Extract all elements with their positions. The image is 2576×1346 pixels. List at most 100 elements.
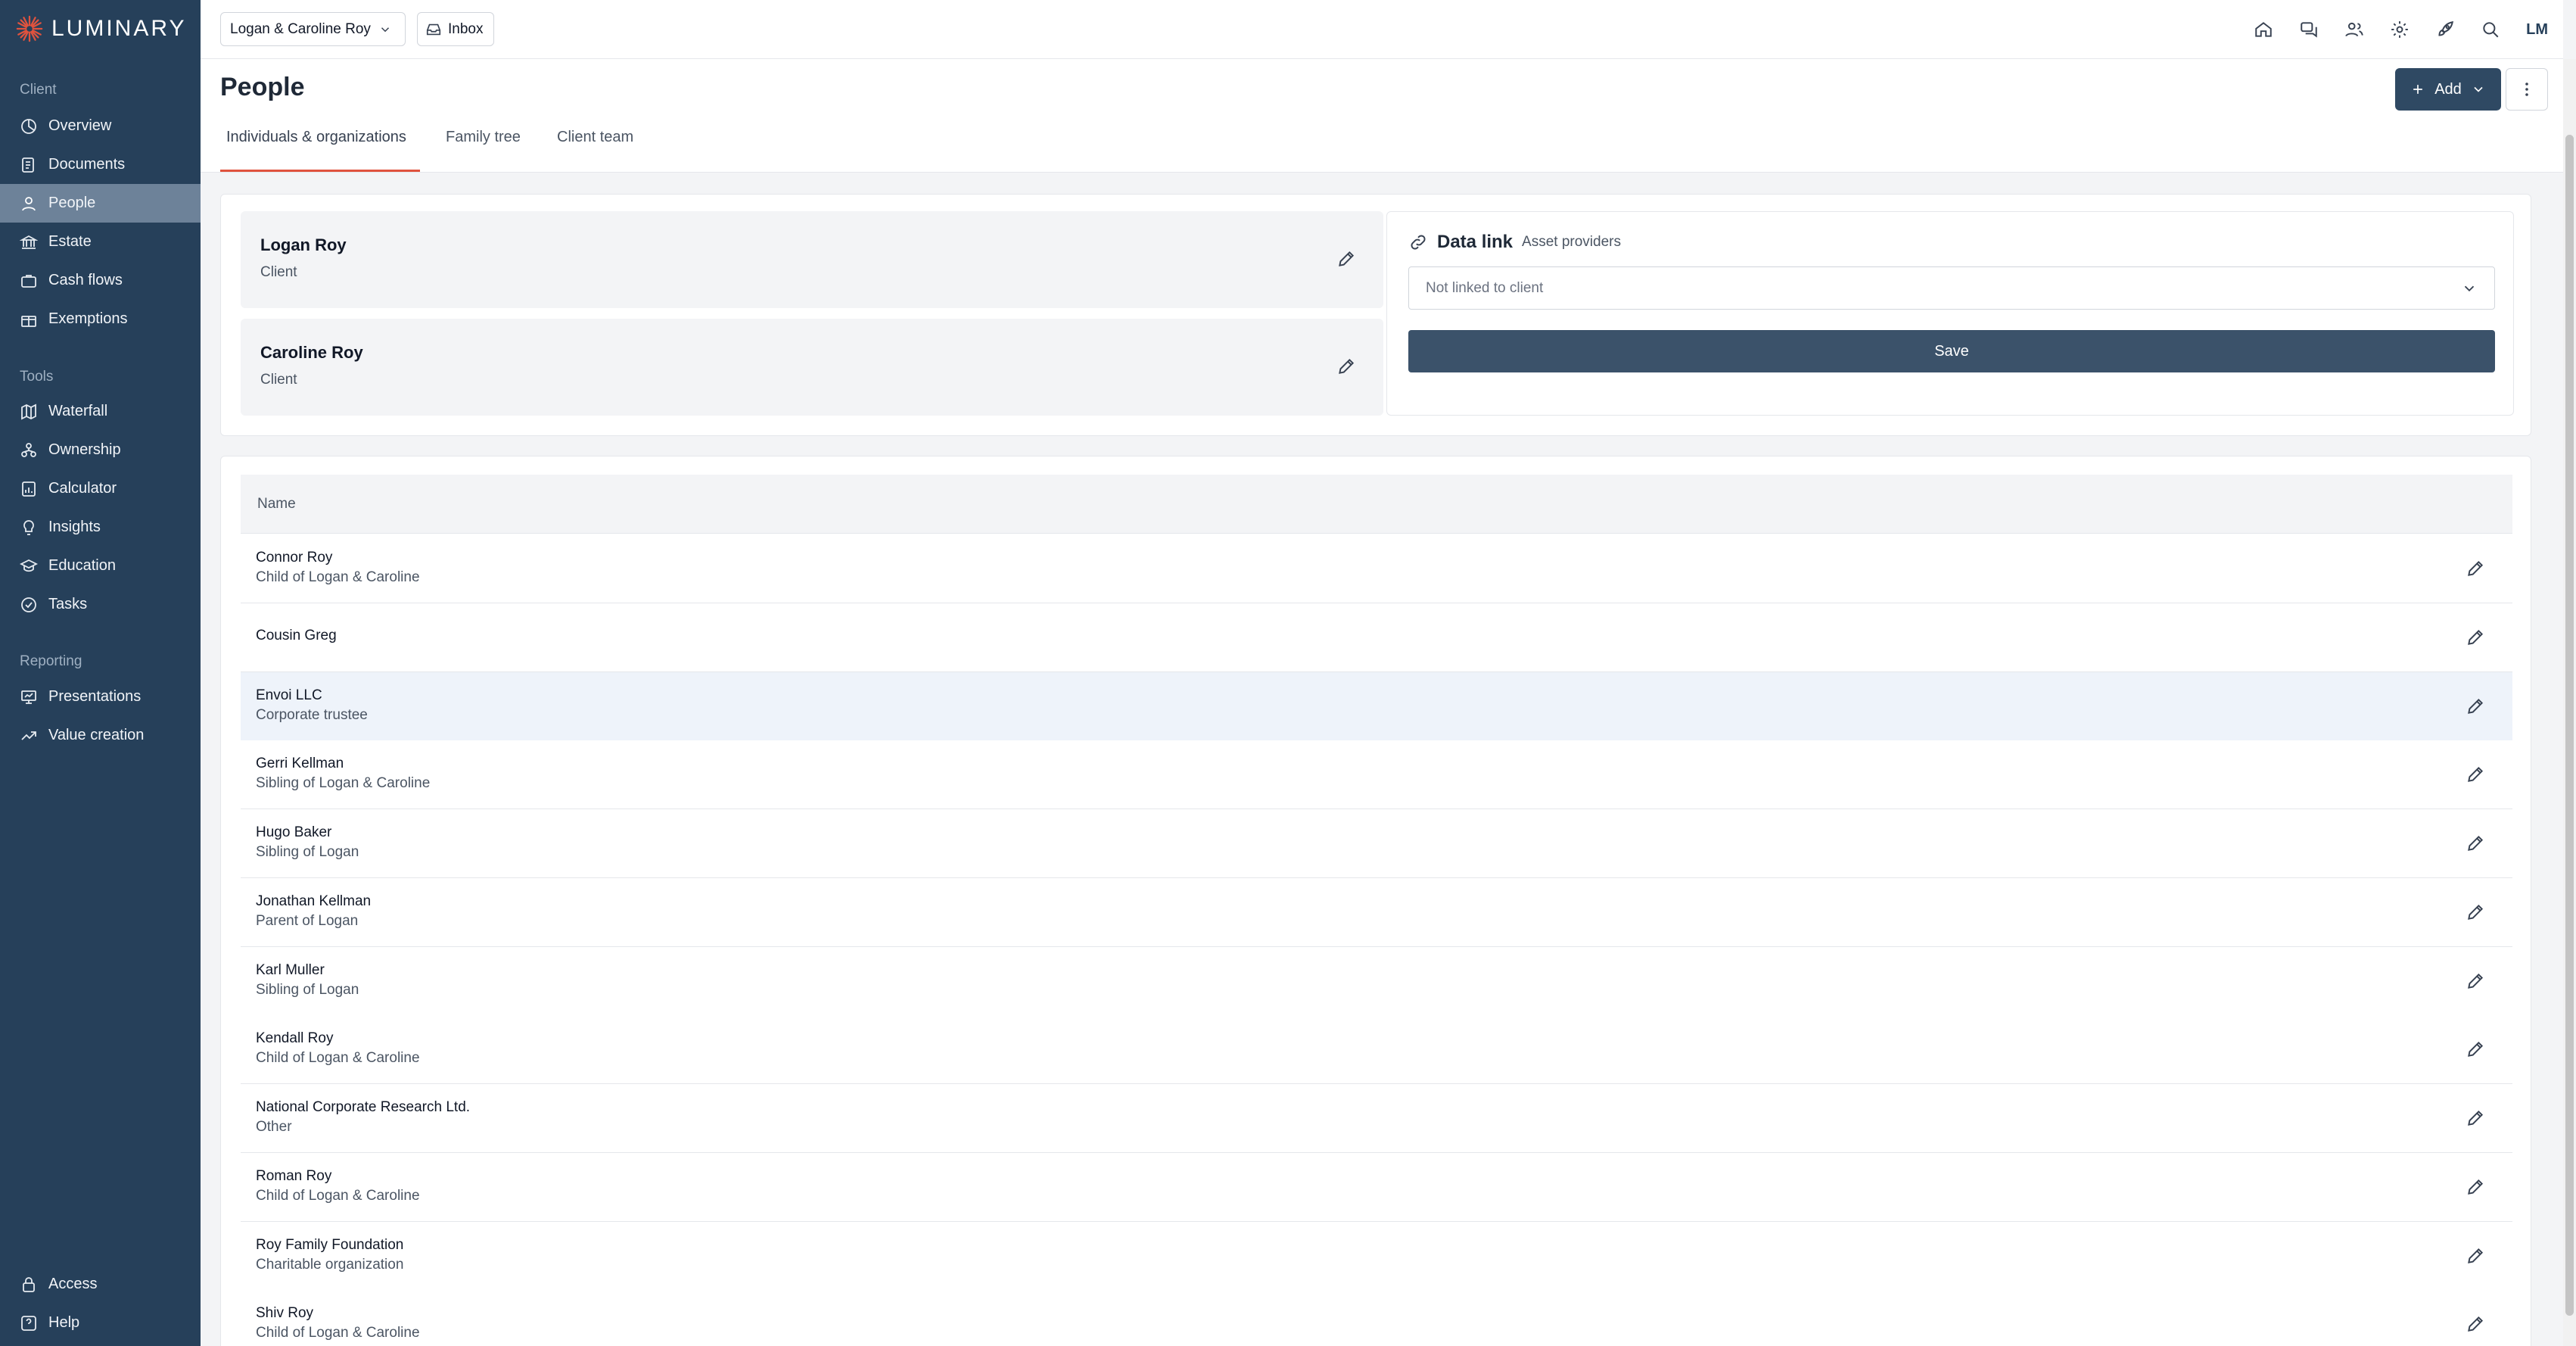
sidebar-item-label: Help (48, 1314, 80, 1331)
sidebar-item-label: Documents (48, 156, 126, 173)
pencil-icon[interactable] (2466, 765, 2485, 784)
client-selector[interactable]: Logan & Caroline Roy (220, 12, 406, 46)
table-row[interactable]: National Corporate Research Ltd. Other (241, 1084, 2512, 1153)
scrollbar-thumb[interactable] (2565, 135, 2574, 1316)
row-relation: Sibling of Logan & Caroline (256, 775, 431, 792)
sidebar-item-cash-flows[interactable]: Cash flows (0, 261, 201, 300)
sidebar-item-education[interactable]: Education (0, 547, 201, 585)
user-avatar-initials[interactable]: LM (2526, 21, 2548, 39)
sidebar-item-insights[interactable]: Insights (0, 508, 201, 547)
more-options-button[interactable] (2506, 68, 2548, 111)
sidebar-item-label: People (48, 195, 96, 211)
data-link-title: Data link (1437, 232, 1514, 252)
tab-client-team[interactable]: Client team (551, 129, 639, 172)
table-row[interactable]: Roman Roy Child of Logan & Caroline (241, 1152, 2512, 1222)
add-button[interactable]: Add (2395, 68, 2501, 111)
sidebar-item-presentations[interactable]: Presentations (0, 678, 201, 716)
pencil-icon[interactable] (2466, 1177, 2485, 1197)
more-vertical-icon (2525, 83, 2528, 96)
pencil-icon[interactable] (2466, 902, 2485, 922)
pencil-icon[interactable] (2466, 1108, 2485, 1128)
pencil-icon[interactable] (2466, 628, 2485, 647)
row-name: National Corporate Research Ltd. (256, 1099, 471, 1115)
chevron-down-icon (2474, 86, 2483, 92)
section-title-client: Client (20, 82, 57, 98)
client-role: Client (260, 264, 297, 280)
tab-family-tree[interactable]: Family tree (440, 129, 527, 172)
sidebar-item-ownership[interactable]: Ownership (0, 431, 201, 469)
table-row[interactable]: Karl Muller Sibling of Logan (241, 946, 2512, 1016)
sidebar-item-label: Ownership (48, 441, 121, 458)
gift-icon (21, 315, 36, 327)
pencil-icon[interactable] (1336, 249, 1356, 269)
check-circle-icon (21, 597, 36, 612)
settings-icon[interactable] (2390, 20, 2410, 39)
row-relation: Sibling of Logan (256, 981, 359, 998)
home-icon[interactable] (2254, 20, 2273, 39)
sidebar-item-label: Waterfall (48, 403, 108, 419)
row-relation: Child of Logan & Caroline (256, 1050, 420, 1067)
scrollbar[interactable] (2563, 59, 2576, 1346)
client-card[interactable]: Caroline Roy Client (241, 319, 1383, 416)
messages-icon[interactable] (2299, 20, 2319, 39)
client-card[interactable]: Logan Roy Client (241, 211, 1383, 308)
users-icon[interactable] (2344, 20, 2364, 39)
client-name: Caroline Roy (260, 343, 363, 362)
sidebar-item-exemptions[interactable]: Exemptions (0, 300, 201, 338)
row-relation: Corporate trustee (256, 706, 368, 723)
client-role: Client (260, 372, 297, 388)
search-icon[interactable] (2481, 20, 2500, 39)
table-row[interactable]: Kendall Roy Child of Logan & Caroline (241, 1015, 2512, 1085)
save-button[interactable]: Save (1408, 330, 2495, 372)
sidebar-item-label: Access (48, 1276, 98, 1292)
row-name: Roy Family Foundation (256, 1236, 404, 1253)
sidebar-item-overview[interactable]: Overview (0, 107, 201, 145)
pencil-icon[interactable] (2466, 1246, 2485, 1266)
pencil-icon[interactable] (2466, 1039, 2485, 1059)
sidebar-item-value-creation[interactable]: Value creation (0, 716, 201, 755)
row-relation: Charitable organization (256, 1256, 404, 1273)
add-button-label: Add (2434, 80, 2462, 98)
bank-icon (20, 235, 38, 249)
pencil-icon[interactable] (2466, 971, 2485, 991)
sidebar-item-access[interactable]: Access (0, 1265, 201, 1304)
row-name: Jonathan Kellman (256, 893, 372, 909)
table-header-name[interactable]: Name (241, 475, 2512, 534)
pencil-icon[interactable] (2466, 1314, 2485, 1334)
tab-individuals-organizations[interactable]: Individuals & organizations (220, 129, 420, 172)
map-icon (21, 403, 36, 419)
table-row[interactable]: Connor Roy Child of Logan & Caroline (241, 534, 2512, 603)
logo[interactable]: LUMINARY (15, 14, 186, 44)
table-row[interactable]: Roy Family Foundation Charitable organiza… (241, 1221, 2512, 1291)
table-row[interactable]: Envoi LLC Corporate trustee (241, 671, 2512, 741)
pencil-icon[interactable] (2466, 696, 2485, 716)
asset-provider-placeholder: Not linked to client (1426, 279, 1544, 296)
sidebar-item-estate[interactable]: Estate (0, 223, 201, 261)
row-relation: Child of Logan & Caroline (256, 1325, 420, 1341)
pencil-icon[interactable] (2466, 833, 2485, 853)
lightbulb-icon (23, 519, 34, 535)
sidebar-item-documents[interactable]: Documents (0, 145, 201, 184)
table-row[interactable]: Cousin Greg (241, 603, 2512, 672)
table-row[interactable]: Gerri Kellman Sibling of Logan & Caroline (241, 740, 2512, 810)
brand-name: LUMINARY (51, 16, 187, 41)
sidebar-item-waterfall[interactable]: Waterfall (0, 392, 201, 431)
data-link-subtitle: Asset providers (1522, 234, 1621, 250)
rocket-icon[interactable] (2435, 20, 2455, 39)
inbox-button[interactable]: Inbox (417, 12, 494, 46)
document-icon (22, 157, 34, 173)
sidebar-item-people[interactable]: People (0, 184, 201, 223)
pencil-icon[interactable] (2466, 559, 2485, 578)
trend-up-icon (21, 731, 36, 740)
sidebar-item-calculator[interactable]: Calculator (0, 469, 201, 508)
luminary-logo-icon (16, 15, 43, 42)
sidebar-item-help[interactable]: Help (0, 1304, 201, 1342)
table-row[interactable]: Jonathan Kellman Parent of Logan (241, 877, 2512, 947)
table-row[interactable]: Shiv Roy Child of Logan & Caroline (241, 1290, 2512, 1346)
asset-provider-select[interactable]: Not linked to client (1408, 266, 2495, 310)
row-name: Cousin Greg (256, 627, 337, 643)
pencil-icon[interactable] (1336, 357, 1356, 376)
sidebar-item-tasks[interactable]: Tasks (0, 585, 201, 624)
table-row[interactable]: Hugo Baker Sibling of Logan (241, 809, 2512, 878)
row-name: Gerri Kellman (256, 756, 344, 772)
